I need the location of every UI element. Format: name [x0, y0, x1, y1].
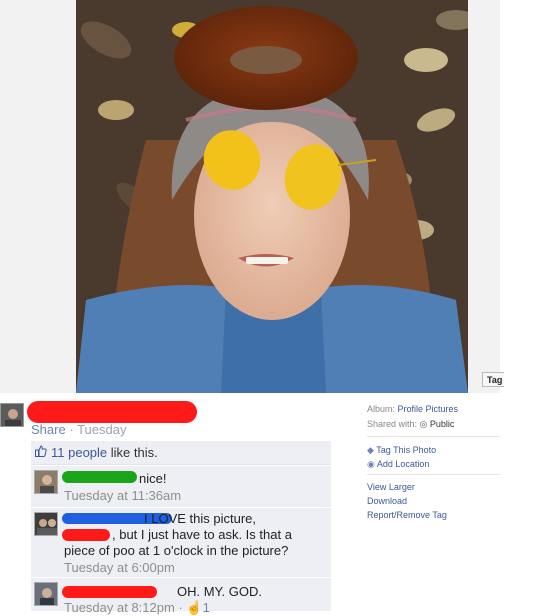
location-pin-icon: ◉	[367, 459, 375, 469]
shared-prefix: Shared with:	[367, 419, 418, 429]
report-remove-tag-link[interactable]: Report/Remove Tag	[367, 510, 447, 520]
download-link[interactable]: Download	[367, 496, 407, 506]
post-timestamp[interactable]: Tuesday	[77, 422, 126, 437]
globe-icon: ◎	[419, 419, 428, 429]
commenter-avatar[interactable]	[34, 512, 58, 536]
add-location-link[interactable]: Add Location	[377, 459, 430, 469]
likes-row: 11 people like this.	[31, 441, 331, 465]
redacted-commenter-name	[62, 471, 137, 483]
commenter-avatar[interactable]	[34, 582, 58, 606]
tag-photo-link[interactable]: Tag This Photo	[376, 445, 436, 455]
separator-dot: ·	[178, 600, 183, 615]
likes-count-link[interactable]: 11 people	[51, 445, 107, 460]
comment-text: OH. MY. GOD.	[177, 584, 262, 599]
thumbs-up-icon	[35, 445, 47, 457]
album-link[interactable]: Profile Pictures	[398, 404, 459, 414]
redacted-poster-name	[27, 401, 197, 423]
post-actions: Share · Tuesday	[31, 422, 126, 437]
privacy-selector[interactable]: Public	[430, 419, 455, 429]
comment-timestamp[interactable]: Tuesday at 6:00pm	[64, 560, 175, 575]
photo-viewer: Tag	[0, 0, 504, 393]
album-prefix: Album:	[367, 404, 396, 414]
separator-dot: ·	[69, 422, 74, 437]
divider	[367, 474, 500, 475]
comment-item: OH. MY. GOD. Tuesday at 8:12pm · ☝1	[31, 577, 331, 615]
likes-suffix: like this.	[110, 445, 158, 460]
divider	[367, 436, 500, 437]
view-larger-link[interactable]: View Larger	[367, 482, 415, 492]
comment-text-line-3: piece of poo at 1 o'clock in the picture…	[64, 543, 289, 558]
comment-item: I LOVE this picture, , but I just have t…	[31, 507, 331, 577]
comment-like-count[interactable]: 1	[203, 600, 210, 615]
poster-avatar[interactable]	[0, 403, 24, 427]
share-link[interactable]: Share	[31, 422, 66, 437]
comment-item: nice! Tuesday at 11:36am	[31, 465, 331, 507]
photo-image	[76, 0, 468, 393]
profile-photo[interactable]	[76, 0, 468, 393]
tag-icon: ◆	[367, 445, 374, 455]
comment-timestamp[interactable]: Tuesday at 8:12pm	[64, 600, 175, 615]
comment-text: nice!	[139, 471, 167, 486]
tag-button[interactable]: Tag	[482, 372, 504, 387]
comments-section: 11 people like this. nice! Tuesday at 11…	[31, 441, 331, 615]
likes-summary: 11 people like this.	[51, 445, 158, 460]
redacted-tagged-name	[62, 529, 110, 541]
comment-timestamp[interactable]: Tuesday at 11:36am	[64, 488, 181, 503]
comment-text-line-2: , but I just have to ask. Is that a	[112, 527, 292, 542]
comment-text-line-1: I LOVE this picture,	[144, 511, 256, 526]
commenter-avatar[interactable]	[34, 470, 58, 494]
comment-like-icon[interactable]: ☝	[186, 600, 202, 615]
comment-meta: Tuesday at 8:12pm · ☝1	[64, 600, 210, 616]
redacted-commenter-name	[62, 586, 157, 598]
